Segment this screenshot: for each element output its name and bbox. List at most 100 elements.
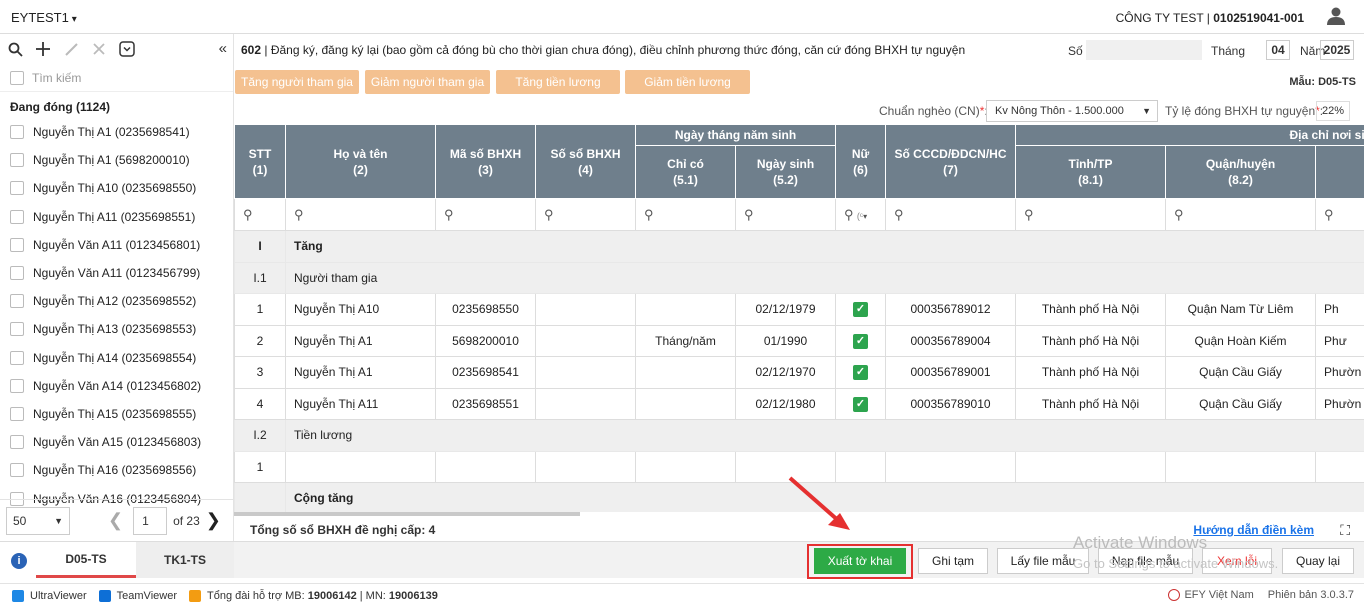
next-page-icon[interactable]: ❯	[206, 510, 221, 531]
nam-input[interactable]: 2025	[1320, 40, 1354, 60]
cell-ngay_sinh[interactable]: 02/12/1970	[734, 356, 837, 389]
cell-quan[interactable]: Quận Cầu Giấy	[1165, 387, 1317, 420]
cell-quan[interactable]: Quận Nam Từ Liêm	[1165, 293, 1317, 326]
cell[interactable]	[885, 450, 1017, 483]
save-draft-button[interactable]: Ghi tạm	[918, 548, 988, 574]
table-row[interactable]: 4 Nguyễn Thị A11 0235698551 02/12/1980 ✓ 0003…	[234, 387, 1364, 420]
contribution-rate-input[interactable]: 22%	[1316, 101, 1350, 121]
table-row[interactable]: 3 Nguyễn Thị A1 0235698541 02/12/1970 ✓ 00035…	[234, 356, 1364, 389]
cell-so_so[interactable]	[535, 356, 636, 389]
filter-cell[interactable]: ⚲	[435, 198, 536, 231]
item-checkbox[interactable]	[10, 435, 24, 450]
cell[interactable]	[1165, 450, 1317, 483]
item-checkbox[interactable]	[10, 237, 24, 252]
list-item[interactable]: Nguyễn Thị A15 (0235698555)	[0, 400, 233, 428]
list-item[interactable]: Nguyễn Thị A10 (0235698550)	[0, 174, 233, 202]
remove-participant-button[interactable]: Giảm người tham gia	[365, 70, 490, 94]
item-checkbox[interactable]	[10, 294, 24, 309]
cell-stt[interactable]: 3	[234, 356, 286, 389]
back-button[interactable]: Quay lại	[1282, 548, 1354, 574]
cell[interactable]	[435, 450, 536, 483]
cell-ma_so[interactable]: 0235698550	[435, 293, 536, 326]
filter-cell-nu[interactable]: ⚲ (ᶜ▾	[835, 198, 887, 231]
list-item[interactable]: Nguyễn Thị A11 (0235698551)	[0, 203, 233, 231]
cell-xa[interactable]: Phườn	[1315, 387, 1364, 420]
filter-cell[interactable]: ⚲	[285, 198, 436, 231]
filter-cell[interactable]: ⚲	[635, 198, 736, 231]
info-icon[interactable]: i	[11, 553, 27, 569]
cell-ngay_sinh[interactable]: 02/12/1980	[734, 387, 837, 420]
delete-icon[interactable]	[90, 40, 108, 58]
cell-ngay_sinh[interactable]: 02/12/1979	[734, 293, 837, 326]
cell-xa[interactable]: Ph	[1315, 293, 1364, 326]
dropdown-menu-icon[interactable]	[118, 40, 136, 58]
cell-name[interactable]: Nguyễn Thị A1	[285, 356, 436, 389]
list-item[interactable]: Nguyễn Thị A13 (0235698553)	[0, 315, 233, 343]
decrease-salary-button[interactable]: Giảm tiền lương	[625, 70, 750, 94]
item-checkbox[interactable]	[10, 181, 24, 196]
cell-chi_co[interactable]: Tháng/năm	[635, 324, 736, 357]
add-icon[interactable]	[34, 40, 52, 58]
thang-input[interactable]: 04	[1266, 40, 1290, 60]
filter-cell[interactable]: ⚲	[734, 198, 837, 231]
poverty-standard-select[interactable]: Kv Nông Thôn - 1.500.000 ▼	[986, 100, 1158, 122]
list-item[interactable]: Nguyễn Văn A11 (0123456801)	[0, 231, 233, 259]
filter-cell[interactable]: ⚲	[234, 198, 286, 231]
cell-cccd[interactable]: 000356789004	[885, 324, 1017, 357]
cell-so_so[interactable]	[535, 387, 636, 420]
list-item[interactable]: Nguyễn Thị A14 (0235698554)	[0, 344, 233, 372]
cell[interactable]	[535, 450, 636, 483]
filter-cell[interactable]: ⚲	[1165, 198, 1317, 231]
horizontal-scrollbar[interactable]	[234, 512, 580, 516]
cell-ma_so[interactable]: 0235698551	[435, 387, 536, 420]
cell-ma_so[interactable]: 0235698541	[435, 356, 536, 389]
checkbox-checked-icon[interactable]: ✓	[853, 365, 869, 381]
item-checkbox[interactable]	[10, 463, 24, 478]
guide-link[interactable]: Hướng dẫn điền kèm	[1193, 523, 1314, 537]
cell-chi_co[interactable]	[635, 356, 736, 389]
increase-salary-button[interactable]: Tăng tiền lương	[496, 70, 620, 94]
tab-d05-ts[interactable]: D05-TS	[36, 542, 136, 578]
cell-quan[interactable]: Quận Hoàn Kiếm	[1165, 324, 1317, 357]
item-checkbox[interactable]	[10, 153, 24, 168]
cell-ngay_sinh[interactable]: 01/1990	[734, 324, 837, 357]
item-checkbox[interactable]	[10, 266, 24, 281]
tab-tk1-ts[interactable]: TK1-TS	[136, 542, 234, 578]
item-checkbox[interactable]	[10, 209, 24, 224]
checkbox-checked-icon[interactable]: ✓	[853, 396, 869, 412]
cell-nu[interactable]: ✓	[835, 356, 887, 389]
cell-name[interactable]: Nguyễn Thị A1	[285, 324, 436, 357]
teamviewer-link[interactable]: TeamViewer	[98, 589, 177, 602]
list-item[interactable]: Nguyễn Văn A15 (0123456803)	[0, 428, 233, 456]
cell-xa[interactable]: Phườn	[1315, 356, 1364, 389]
list-item[interactable]: Nguyễn Văn A14 (0123456802)	[0, 372, 233, 400]
add-participant-button[interactable]: Tăng người tham gia	[235, 70, 359, 94]
cell[interactable]	[635, 450, 736, 483]
filter-cell[interactable]: ⚲	[1015, 198, 1167, 231]
edit-icon[interactable]	[62, 40, 80, 58]
cell-xa[interactable]: Phư	[1315, 324, 1364, 357]
ultraviewer-link[interactable]: UltraViewer	[12, 589, 87, 602]
prev-page-icon[interactable]: ❮	[108, 510, 123, 531]
filter-cell[interactable]: ⚲	[535, 198, 636, 231]
cell-nu[interactable]: ✓	[835, 387, 887, 420]
search-icon[interactable]	[6, 40, 24, 58]
checkbox-checked-icon[interactable]: ✓	[853, 333, 869, 349]
cell-stt[interactable]: 2	[234, 324, 286, 357]
list-item[interactable]: Nguyễn Văn A11 (0123456799)	[0, 259, 233, 287]
item-checkbox[interactable]	[10, 378, 24, 393]
cell-tinh[interactable]: Thành phố Hà Nội	[1015, 324, 1167, 357]
cell-name[interactable]: Nguyễn Thị A11	[285, 387, 436, 420]
user-icon[interactable]	[1326, 6, 1346, 26]
app-switcher[interactable]: EYTEST1 ▾	[11, 10, 77, 25]
table-row[interactable]: 1 Nguyễn Thị A10 0235698550 02/12/1979 ✓ 0003…	[234, 293, 1364, 326]
item-checkbox[interactable]	[10, 350, 24, 365]
cell-tinh[interactable]: Thành phố Hà Nội	[1015, 387, 1167, 420]
cell-stt[interactable]: 1	[234, 293, 286, 326]
fullscreen-icon[interactable]: ⛶	[1340, 522, 1350, 539]
item-checkbox[interactable]	[10, 125, 24, 140]
collapse-sidebar-icon[interactable]: «	[219, 40, 227, 57]
cell-tinh[interactable]: Thành phố Hà Nội	[1015, 356, 1167, 389]
table-row[interactable]: 2 Nguyễn Thị A1 5698200010 Tháng/năm 01/1990…	[234, 324, 1364, 357]
checkbox-checked-icon[interactable]: ✓	[853, 302, 869, 318]
